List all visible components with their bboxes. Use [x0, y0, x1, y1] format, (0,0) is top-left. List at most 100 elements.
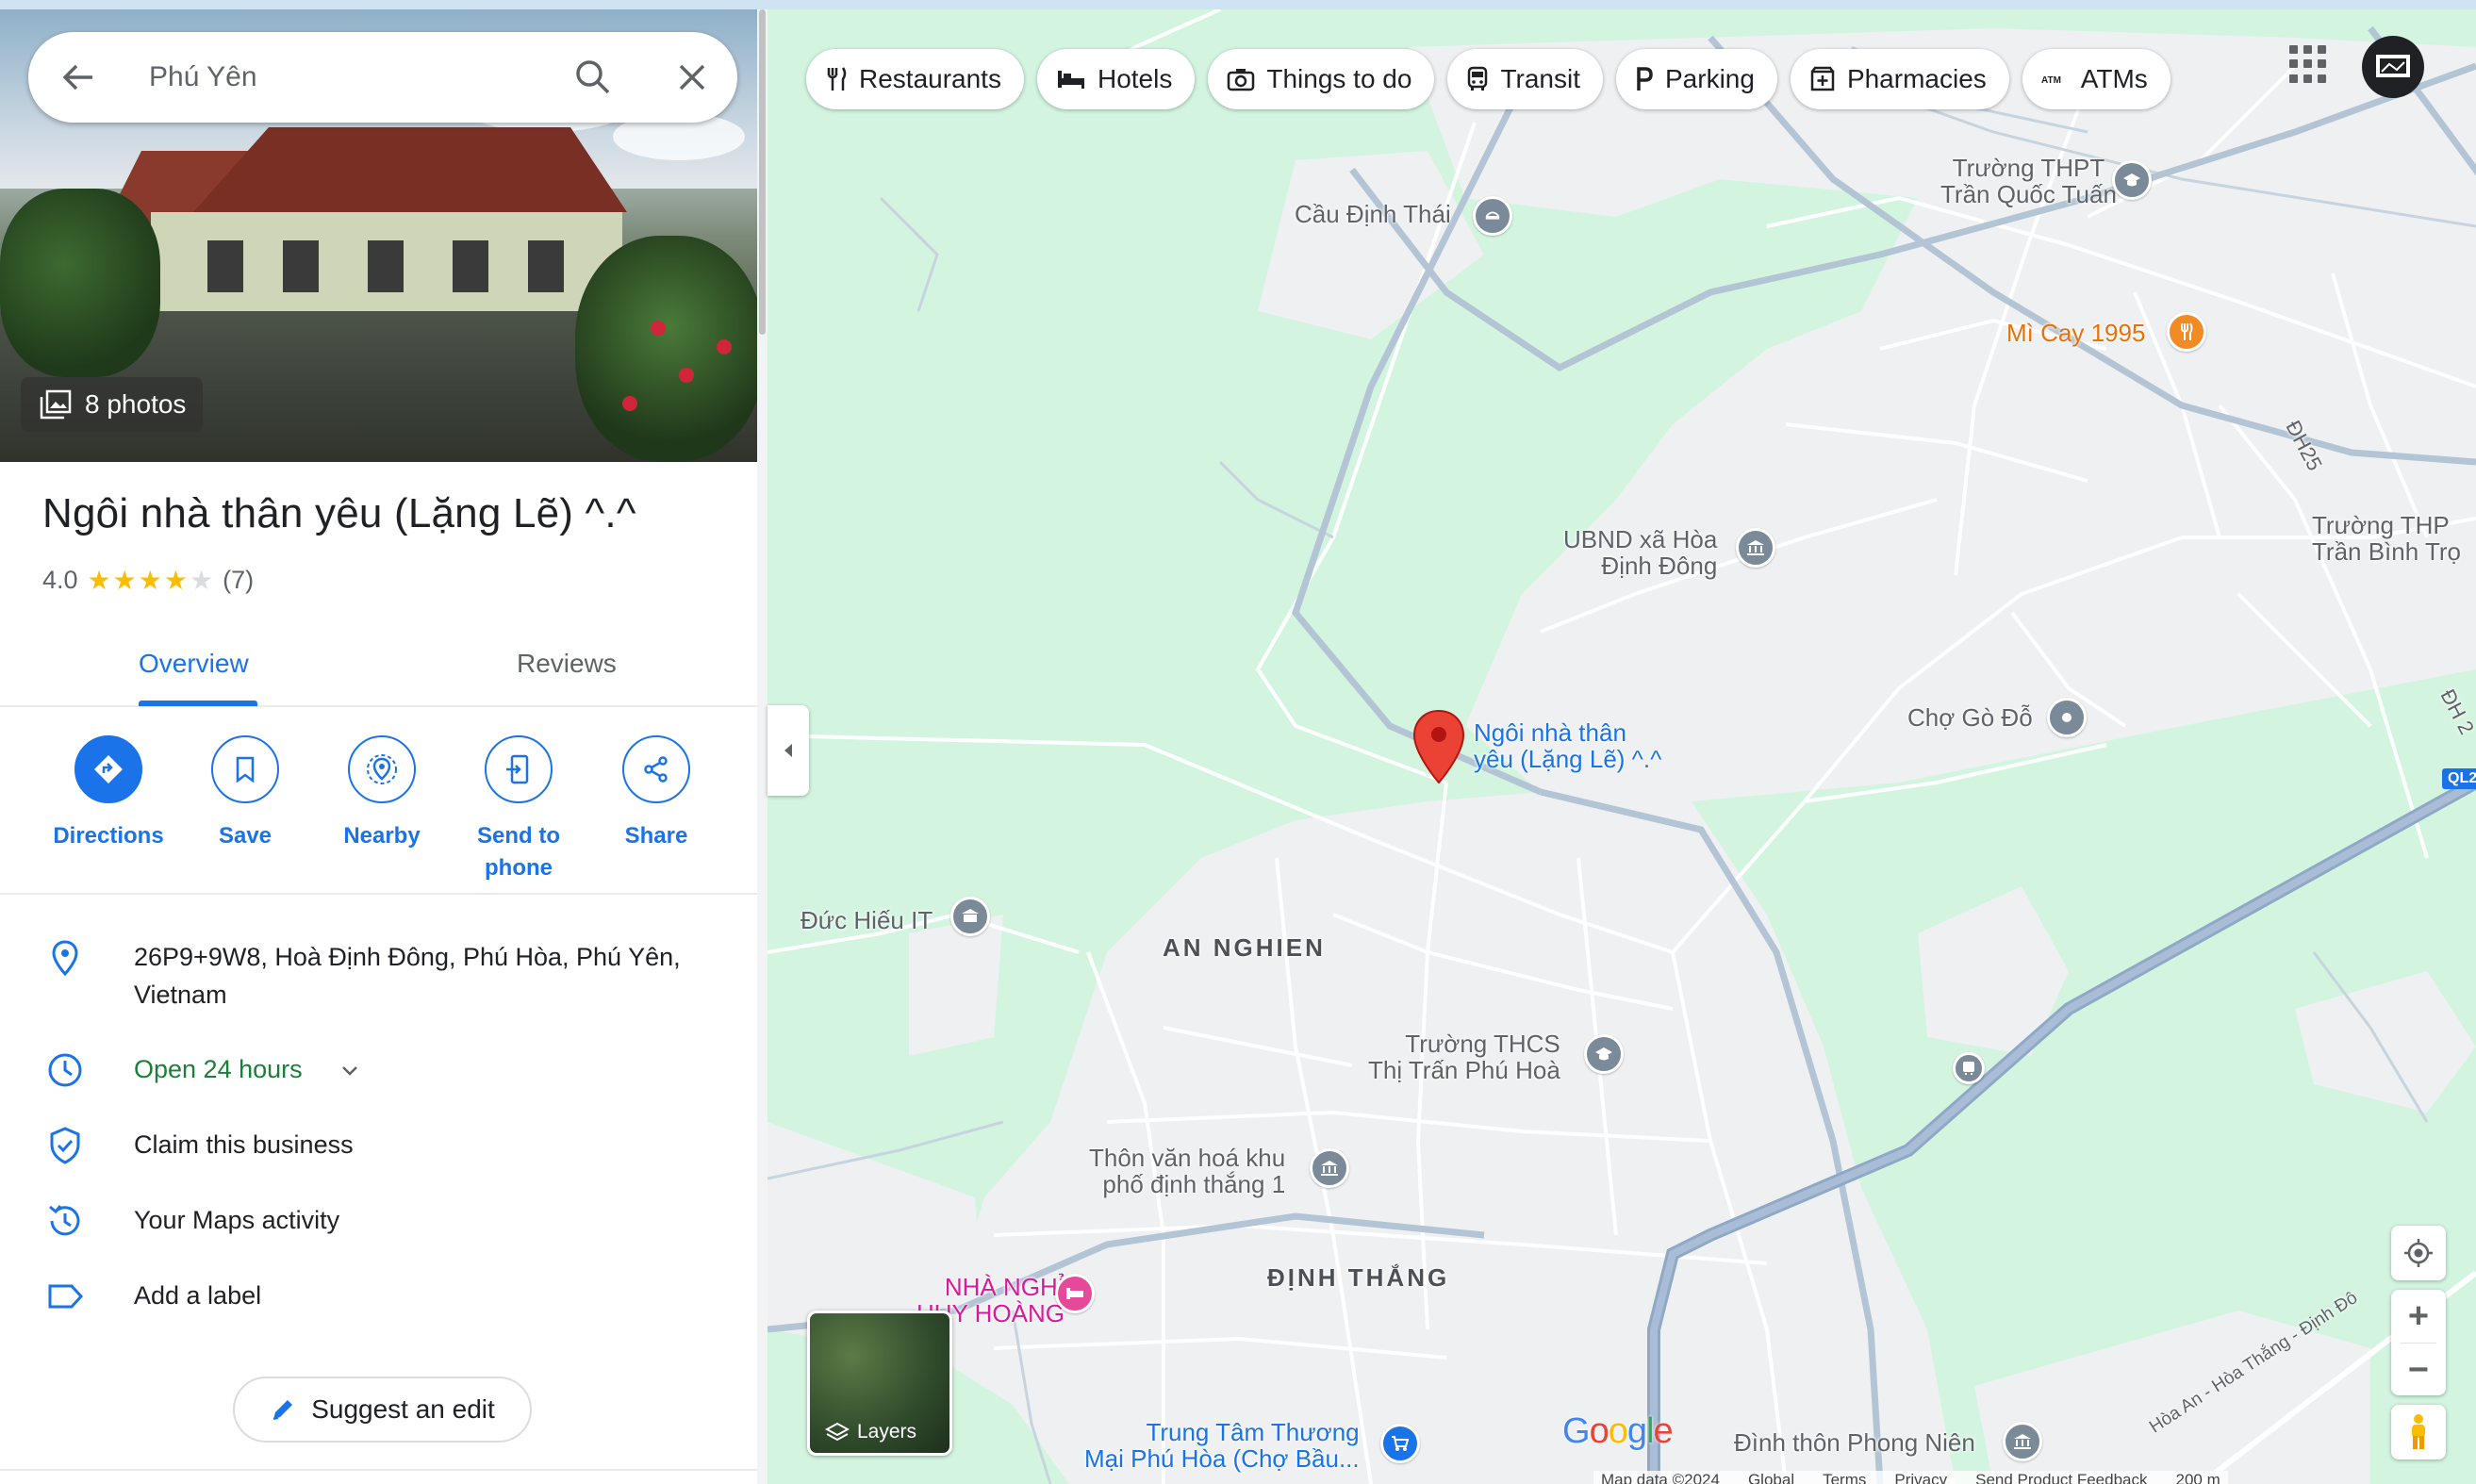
- map-footer: Map data ©2024 Global Terms Privacy Send…: [1593, 1471, 2228, 1484]
- chip-atms[interactable]: ATM ATMs: [2022, 49, 2171, 109]
- parking-icon: [1637, 67, 1653, 91]
- map-label-an-nghien[interactable]: AN NGHIEN: [1163, 934, 1326, 961]
- bed-icon: [1057, 71, 1084, 89]
- school-poi-icon[interactable]: [1584, 1034, 1624, 1074]
- pencil-icon: [273, 1400, 293, 1420]
- map-label-trung-tam-thuong-mai[interactable]: Trung Tâm Thương Mại Phú Hòa (Chợ Bầu...: [1084, 1419, 1360, 1472]
- map-label-duc-hieu[interactable]: Đức Hiếu IT: [801, 907, 933, 933]
- chip-label: Things to do: [1266, 64, 1412, 93]
- school-poi-icon[interactable]: [2112, 160, 2152, 200]
- shopping-cart-poi-icon[interactable]: [1380, 1424, 1420, 1463]
- send-to-phone-label: Send to phone: [477, 823, 560, 881]
- apps-grid-icon[interactable]: [2289, 45, 2327, 83]
- nearby-label: Nearby: [343, 823, 421, 849]
- chip-things-to-do[interactable]: Things to do: [1208, 49, 1435, 109]
- chip-label: ATMs: [2080, 64, 2148, 93]
- save-button[interactable]: Save: [179, 735, 311, 852]
- map-label-ubnd[interactable]: UBND xã Hòa Định Đông: [1563, 526, 1717, 579]
- tab-reviews[interactable]: Reviews: [517, 649, 617, 679]
- map-label-thpt-tran-quoc-tuan[interactable]: Trường THPT Trần Quốc Tuấn: [1940, 155, 2117, 207]
- directions-icon: [94, 755, 123, 783]
- chevron-down-icon[interactable]: [339, 1060, 360, 1080]
- government-poi-icon[interactable]: [1736, 528, 1775, 568]
- claim-business-row[interactable]: Claim this business: [0, 1122, 757, 1169]
- map-label-mi-cay[interactable]: Mì Cay 1995: [2006, 320, 2145, 346]
- zoom-out-button[interactable]: −: [2391, 1344, 2446, 1396]
- save-label: Save: [218, 823, 272, 849]
- bus-stop-poi-icon[interactable]: [1953, 1052, 1985, 1084]
- map-label-thpt-tran-binh-trong[interactable]: Trường THP Trần Bình Trọ: [2312, 512, 2461, 565]
- directions-label: Directions: [53, 823, 164, 849]
- chip-pharmacies[interactable]: Pharmacies: [1790, 49, 2009, 109]
- street-view-pegman[interactable]: [2391, 1405, 2446, 1459]
- photos-button[interactable]: 8 photos: [21, 377, 204, 432]
- send-to-phone-button[interactable]: Send to phone: [453, 735, 585, 884]
- collapse-panel-button[interactable]: [768, 705, 809, 796]
- close-icon[interactable]: [669, 55, 715, 100]
- nearby-button[interactable]: Nearby: [316, 735, 448, 852]
- shop-poi-icon[interactable]: [950, 897, 990, 936]
- tab-overview[interactable]: Overview: [139, 649, 249, 679]
- bookmark-icon: [236, 756, 255, 783]
- hours-row[interactable]: Open 24 hours: [0, 1047, 757, 1094]
- chip-restaurants[interactable]: Restaurants: [806, 49, 1024, 109]
- review-count[interactable]: (7): [223, 566, 254, 595]
- panel-scrollbar[interactable]: [757, 9, 768, 1484]
- map-label-dinh-thon[interactable]: Đình thôn Phong Niên: [1734, 1429, 1975, 1456]
- star-icon: ★: [112, 565, 137, 595]
- maps-activity-text: Your Maps activity: [134, 1206, 340, 1234]
- divider: [0, 1469, 757, 1471]
- share-button[interactable]: Share: [590, 735, 722, 852]
- map-label-thcs[interactable]: Trường THCS Thị Trấn Phú Hoà: [1368, 1031, 1560, 1083]
- search-input[interactable]: Phú Yên: [149, 32, 257, 123]
- hours-text: Open 24 hours: [134, 1055, 303, 1083]
- market-poi-icon[interactable]: [2047, 698, 2087, 737]
- action-buttons: Directions Save Nearby Send to phone Sha…: [0, 735, 757, 886]
- temple-poi-icon[interactable]: [2003, 1422, 2042, 1461]
- search-icon[interactable]: [570, 55, 616, 100]
- chip-label: Restaurants: [859, 64, 1001, 93]
- map-label-dinh-thang[interactable]: ĐỊNH THẮNG: [1267, 1264, 1449, 1291]
- active-tab-indicator: [139, 701, 257, 706]
- chip-hotels[interactable]: Hotels: [1036, 49, 1196, 109]
- restaurant-poi-icon[interactable]: [2167, 312, 2206, 352]
- map-label-selected-place[interactable]: Ngôi nhà thân yêu (Lặng Lẽ) ^.^: [1474, 719, 1661, 772]
- back-arrow-icon[interactable]: [57, 56, 100, 99]
- footer-feedback[interactable]: Send Product Feedback: [1975, 1471, 2147, 1484]
- highway-shield-ql: QL2: [2442, 768, 2476, 789]
- footer-scale[interactable]: 200 m: [2176, 1471, 2220, 1484]
- chip-parking[interactable]: Parking: [1616, 49, 1777, 109]
- map-label-cau-dinh-thai[interactable]: Cầu Định Thái: [1295, 201, 1451, 227]
- add-label-row[interactable]: Add a label: [0, 1273, 757, 1320]
- zoom-in-button[interactable]: +: [2391, 1290, 2446, 1343]
- address-row[interactable]: 26P9+9W8, Hoà Định Đông, Phú Hòa, Phú Yê…: [0, 938, 757, 1023]
- chip-label: Transit: [1500, 64, 1580, 93]
- chip-transit[interactable]: Transit: [1447, 49, 1603, 109]
- selected-place-pin-icon[interactable]: [1412, 709, 1465, 784]
- send-to-phone-icon: [506, 754, 529, 784]
- place-panel: 8 photos Ngôi nhà thân yêu (Lặng Lẽ) ^.^…: [0, 9, 757, 1484]
- directions-button[interactable]: Directions: [42, 735, 174, 852]
- address-text: 26P9+9W8, Hoà Định Đông, Phú Hòa, Phú Yê…: [134, 943, 681, 1009]
- search-box[interactable]: Phú Yên: [28, 32, 737, 123]
- star-icon: ★: [138, 565, 162, 595]
- share-label: Share: [624, 823, 688, 849]
- shield-check-icon: [50, 1127, 80, 1164]
- divider: [0, 893, 757, 895]
- map-label-thon-van-hoa[interactable]: Thôn văn hoá khu phố định thắng 1: [1089, 1145, 1285, 1197]
- map-label-cho-go-do[interactable]: Chợ Gò Đỗ: [1907, 704, 2033, 731]
- community-poi-icon[interactable]: [1310, 1148, 1349, 1188]
- footer-global[interactable]: Global: [1748, 1471, 1794, 1484]
- bridge-poi-icon[interactable]: [1473, 196, 1512, 236]
- account-avatar[interactable]: [2362, 36, 2424, 98]
- layers-button[interactable]: Layers: [807, 1311, 952, 1456]
- suggest-edit-button[interactable]: Suggest an edit: [233, 1377, 532, 1443]
- place-tabs: Overview Reviews: [0, 632, 757, 707]
- footer-privacy[interactable]: Privacy: [1894, 1471, 1947, 1484]
- hotel-poi-icon[interactable]: [1055, 1274, 1095, 1313]
- maps-activity-row[interactable]: Your Maps activity: [0, 1197, 757, 1245]
- suggest-edit-label: Suggest an edit: [311, 1394, 495, 1424]
- rating-row[interactable]: 4.0 ★ ★ ★ ★ ★ (7): [42, 566, 254, 595]
- my-location-button[interactable]: [2391, 1226, 2446, 1280]
- footer-terms[interactable]: Terms: [1823, 1471, 1866, 1484]
